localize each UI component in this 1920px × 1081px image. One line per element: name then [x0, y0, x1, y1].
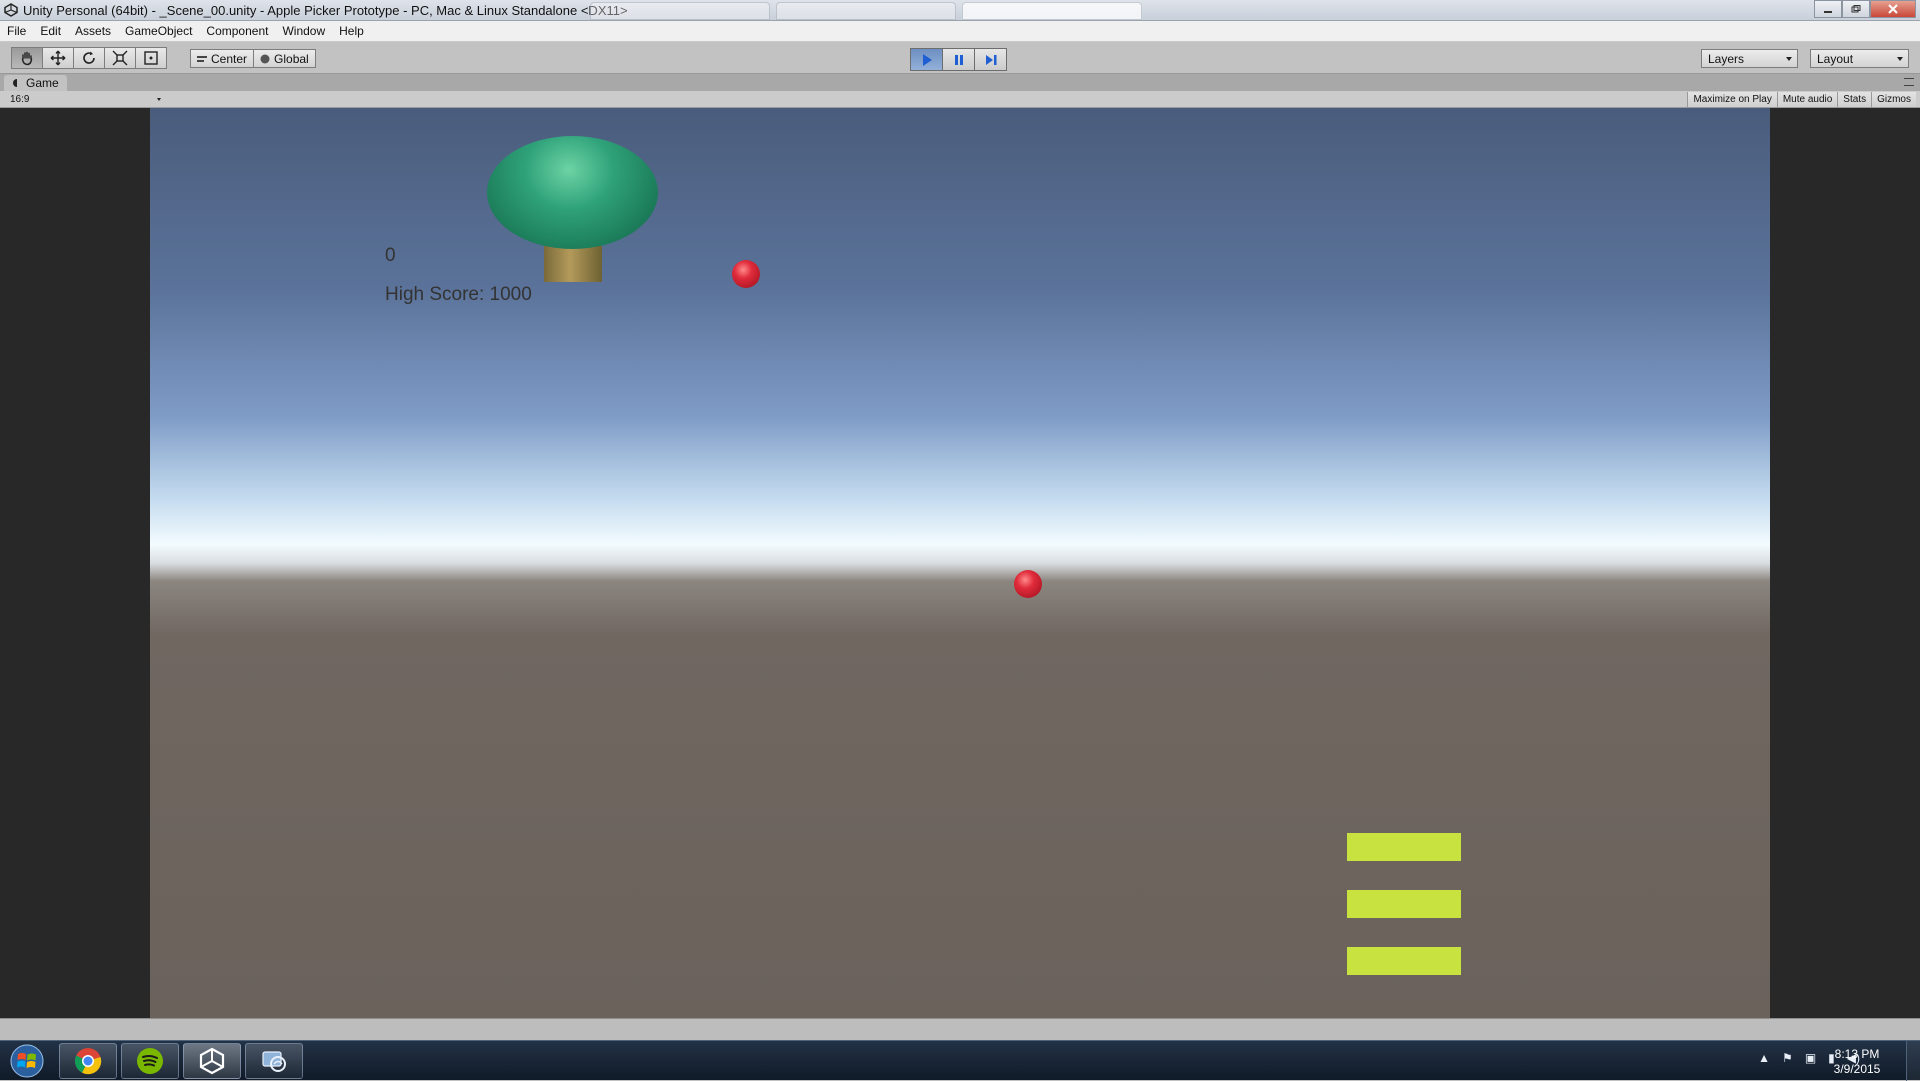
scale-tool-button[interactable]	[104, 47, 136, 69]
hand-tool-button[interactable]	[11, 47, 43, 69]
hand-icon	[21, 51, 33, 66]
pivot-toggle-group: Center Global	[190, 49, 316, 68]
layers-label: Layers	[1708, 51, 1745, 66]
start-button[interactable]	[5, 1043, 49, 1079]
menu-assets[interactable]: Assets	[75, 24, 111, 38]
taskbar-clock[interactable]: 8:13 PM 3/9/2015	[1822, 1047, 1892, 1077]
basket	[1347, 833, 1461, 861]
background-tab[interactable]	[962, 2, 1142, 20]
pivot-center-label: Center	[211, 51, 248, 66]
chevron-down-icon	[157, 98, 161, 101]
space-global-button[interactable]: Global	[253, 49, 316, 68]
step-icon	[985, 54, 996, 65]
menu-component[interactable]: Component	[206, 24, 268, 38]
unity-logo-icon	[3, 2, 19, 18]
close-button[interactable]	[1870, 0, 1916, 18]
spotify-icon	[137, 1048, 163, 1074]
rotate-tool-button[interactable]	[73, 47, 105, 69]
menu-bar: File Edit Assets GameObject Component Wi…	[0, 21, 1920, 42]
menu-help[interactable]: Help	[339, 24, 364, 38]
basket	[1347, 947, 1461, 975]
apple-tree-canopy	[487, 136, 658, 249]
menu-file[interactable]: File	[7, 24, 26, 38]
network-app-icon	[262, 1051, 286, 1072]
play-icon	[922, 53, 932, 66]
transform-tools	[11, 47, 167, 69]
close-icon	[1888, 4, 1898, 14]
pause-icon	[954, 54, 963, 65]
score-counter: 0	[385, 245, 396, 266]
aspect-ratio-dropdown[interactable]: 16:9	[4, 92, 164, 107]
apple-tree-trunk	[544, 246, 602, 282]
windows-start-icon	[10, 1044, 44, 1078]
window-title: Unity Personal (64bit) - _Scene_00.unity…	[23, 2, 628, 18]
falling-apple	[732, 260, 760, 288]
taskbar-spotify[interactable]	[121, 1043, 179, 1079]
background-tab[interactable]	[776, 2, 956, 20]
globe-icon	[260, 54, 270, 63]
basket	[1347, 890, 1461, 918]
game-view-options: Maximize on Play Mute audio Stats Gizmos	[1687, 92, 1916, 107]
game-view-toolbar: 16:9 Maximize on Play Mute audio Stats G…	[0, 91, 1920, 108]
high-score-label: High Score: 1000	[385, 284, 532, 305]
panel-menu-icon[interactable]	[1904, 78, 1914, 86]
move-tool-button[interactable]	[42, 47, 74, 69]
rect-transform-icon	[144, 51, 158, 65]
rect-tool-button[interactable]	[135, 47, 167, 69]
action-center-flag-icon[interactable]: ⚑	[1782, 1051, 1793, 1065]
chevron-down-icon	[1786, 57, 1792, 61]
main-toolbar: Center Global Layers Layout	[0, 43, 1920, 74]
gizmos-dropdown[interactable]: Gizmos	[1871, 92, 1916, 107]
chrome-icon	[74, 1048, 102, 1075]
rotate-icon	[83, 51, 95, 64]
windows-taskbar: ▲ ⚑ ▣ ▮ ◀) 8:13 PM 3/9/2015	[0, 1040, 1920, 1081]
game-controller-icon	[13, 79, 17, 87]
restore-icon	[1851, 5, 1861, 13]
pivot-center-button[interactable]: Center	[190, 49, 255, 68]
tab-game[interactable]: Game	[4, 75, 67, 91]
pivot-icon	[197, 55, 207, 62]
minimize-button[interactable]	[1814, 0, 1842, 18]
chevron-down-icon	[1897, 57, 1903, 61]
editor-status-bar	[0, 1018, 1920, 1040]
pause-button[interactable]	[942, 48, 975, 71]
clock-time: 8:13 PM	[1834, 1047, 1880, 1061]
falling-apple	[1014, 570, 1042, 598]
stats-toggle[interactable]: Stats	[1837, 92, 1872, 107]
tab-game-label: Game	[26, 76, 59, 90]
scale-icon	[112, 50, 128, 66]
unity-icon	[199, 1047, 225, 1075]
playback-controls	[910, 48, 1007, 71]
background-browser-tabs	[590, 2, 1142, 20]
clock-date: 3/9/2015	[1833, 1062, 1881, 1076]
layout-label: Layout	[1817, 51, 1854, 66]
maximize-on-play-toggle[interactable]: Maximize on Play	[1687, 92, 1777, 107]
show-desktop-button[interactable]	[1906, 1041, 1920, 1081]
network-device-icon[interactable]: ▣	[1805, 1051, 1816, 1065]
window-controls	[1814, 0, 1916, 18]
game-panel-tabbar: Game	[0, 74, 1920, 91]
aspect-ratio-label: 16:9	[10, 94, 30, 105]
play-button[interactable]	[910, 48, 943, 71]
game-viewport[interactable]: 0 High Score: 1000	[150, 108, 1770, 1018]
maximize-button[interactable]	[1842, 0, 1870, 18]
mute-audio-toggle[interactable]: Mute audio	[1776, 92, 1838, 107]
taskbar-connect-app[interactable]	[245, 1043, 303, 1079]
background-tab[interactable]	[590, 2, 770, 20]
layers-dropdown[interactable]: Layers	[1701, 49, 1798, 68]
step-button[interactable]	[974, 48, 1007, 71]
menu-window[interactable]: Window	[282, 24, 325, 38]
taskbar-unity[interactable]	[183, 1043, 241, 1079]
layout-dropdown[interactable]: Layout	[1810, 49, 1909, 68]
minimize-icon	[1824, 11, 1832, 13]
space-global-label: Global	[274, 51, 309, 66]
menu-gameobject[interactable]: GameObject	[125, 24, 192, 38]
move-arrows-icon	[50, 50, 66, 66]
menu-edit[interactable]: Edit	[40, 24, 61, 38]
tray-expand-icon[interactable]: ▲	[1758, 1051, 1770, 1065]
window-title-bar: Unity Personal (64bit) - _Scene_00.unity…	[0, 0, 1920, 21]
taskbar-chrome[interactable]	[59, 1043, 117, 1079]
